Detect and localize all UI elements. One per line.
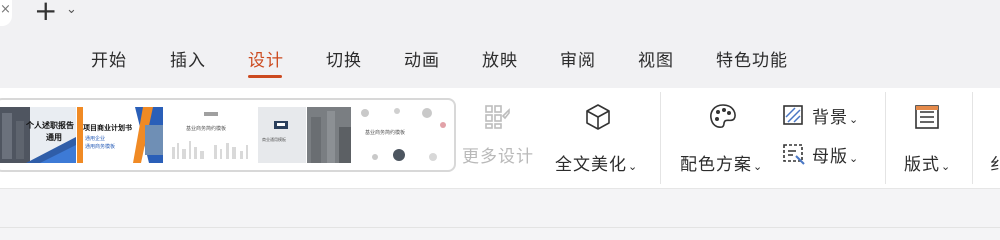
chevron-down-icon: ⌄ xyxy=(628,160,639,173)
template-thumbnail[interactable]: 项目商业计划书 通用企业 通用商务模板 xyxy=(77,107,163,163)
cube-icon xyxy=(586,104,610,130)
template-subtitle: 通用 xyxy=(46,133,62,142)
palette-icon xyxy=(710,104,736,128)
design-ribbon: 个人述职报告 通用 项目商业计划书 通用企业 通用商务模板 基业商务简约模板 商… xyxy=(0,88,1000,189)
template-1-art-icon xyxy=(0,107,76,163)
new-tab-plus-icon[interactable]: + xyxy=(34,0,57,25)
tab-slideshow[interactable]: 放映 xyxy=(482,46,518,71)
layout-icon xyxy=(915,105,939,129)
chevron-down-icon: ⌄ xyxy=(849,113,860,126)
full-text-beautify-label: 全文美化⌄ xyxy=(555,155,639,175)
group-separator xyxy=(885,92,886,184)
tab-review[interactable]: 审阅 xyxy=(560,46,596,71)
tab-view[interactable]: 视图 xyxy=(638,46,674,71)
template-title: 基业商务简约模板 xyxy=(365,130,406,136)
divider xyxy=(0,227,1000,228)
more-designs-label: 更多设计 xyxy=(462,147,534,167)
background-label: 背景⌄ xyxy=(812,108,860,128)
chevron-down-icon: ⌄ xyxy=(941,160,952,173)
tab-animations[interactable]: 动画 xyxy=(404,46,440,71)
title-bar: × + ⌄ 开始 插入 设计 切换 动画 放映 审阅 视图 特色功能 xyxy=(0,0,1000,88)
template-subtitle: 通用商务模板 xyxy=(85,144,116,150)
template-title: 个人述职报告 xyxy=(26,121,74,130)
tab-insert[interactable]: 插入 xyxy=(170,46,206,71)
slide-master-button[interactable]: 母版⌄ xyxy=(782,140,872,168)
group-separator xyxy=(660,92,661,184)
template-thumbnail[interactable]: 商业通用模板 xyxy=(258,107,306,163)
chevron-down-icon: ⌄ xyxy=(753,160,764,173)
more-designs-grid-icon xyxy=(485,105,510,129)
template-title: 商业通用模板 xyxy=(262,137,286,142)
template-subtitle: 通用企业 xyxy=(85,136,106,142)
tab-special-features[interactable]: 特色功能 xyxy=(716,46,788,71)
template-thumbnail[interactable]: 基业商务简约模板 xyxy=(164,107,256,163)
close-tab-icon[interactable]: × xyxy=(0,2,11,17)
background-icon xyxy=(783,105,803,125)
template-3-art-icon xyxy=(172,112,248,159)
design-template-gallery[interactable]: 个人述职报告 通用 项目商业计划书 通用企业 通用商务模板 基业商务简约模板 商… xyxy=(0,98,456,172)
group-separator xyxy=(972,92,973,184)
next-group-partial-label[interactable]: 纟 xyxy=(990,150,1000,175)
color-scheme-button[interactable]: 配色方案⌄ xyxy=(676,96,768,175)
document-tab-edge[interactable]: × xyxy=(0,0,12,26)
slide-master-icon xyxy=(783,144,805,165)
background-button[interactable]: 背景⌄ xyxy=(782,102,872,130)
new-tab-dropdown-chevron-icon[interactable]: ⌄ xyxy=(66,2,77,17)
template-4-art-icon xyxy=(274,121,288,129)
template-5-art-icon xyxy=(307,107,351,163)
template-title: 项目商业计划书 xyxy=(83,124,132,132)
tab-design[interactable]: 设计 xyxy=(248,46,284,71)
workspace-background xyxy=(0,189,1000,240)
chevron-down-icon: ⌄ xyxy=(849,152,860,165)
template-thumbnail[interactable]: 个人述职报告 通用 xyxy=(0,107,76,163)
template-thumbnail[interactable] xyxy=(307,107,351,163)
template-title: 基业商务简约模板 xyxy=(186,126,227,132)
tab-transitions[interactable]: 切换 xyxy=(326,46,362,71)
template-thumbnail[interactable]: 基业商务简约模板 xyxy=(353,107,449,163)
layout-button[interactable]: 版式⌄ xyxy=(900,96,960,175)
tab-home[interactable]: 开始 xyxy=(91,46,127,71)
color-scheme-label: 配色方案⌄ xyxy=(680,155,764,175)
more-designs-button[interactable]: 更多设计 xyxy=(462,96,538,172)
slide-master-label: 母版⌄ xyxy=(812,147,860,167)
full-text-beautify-button[interactable]: 全文美化⌄ xyxy=(552,96,644,175)
active-tab-underline xyxy=(248,75,282,78)
layout-label: 版式⌄ xyxy=(904,155,952,175)
